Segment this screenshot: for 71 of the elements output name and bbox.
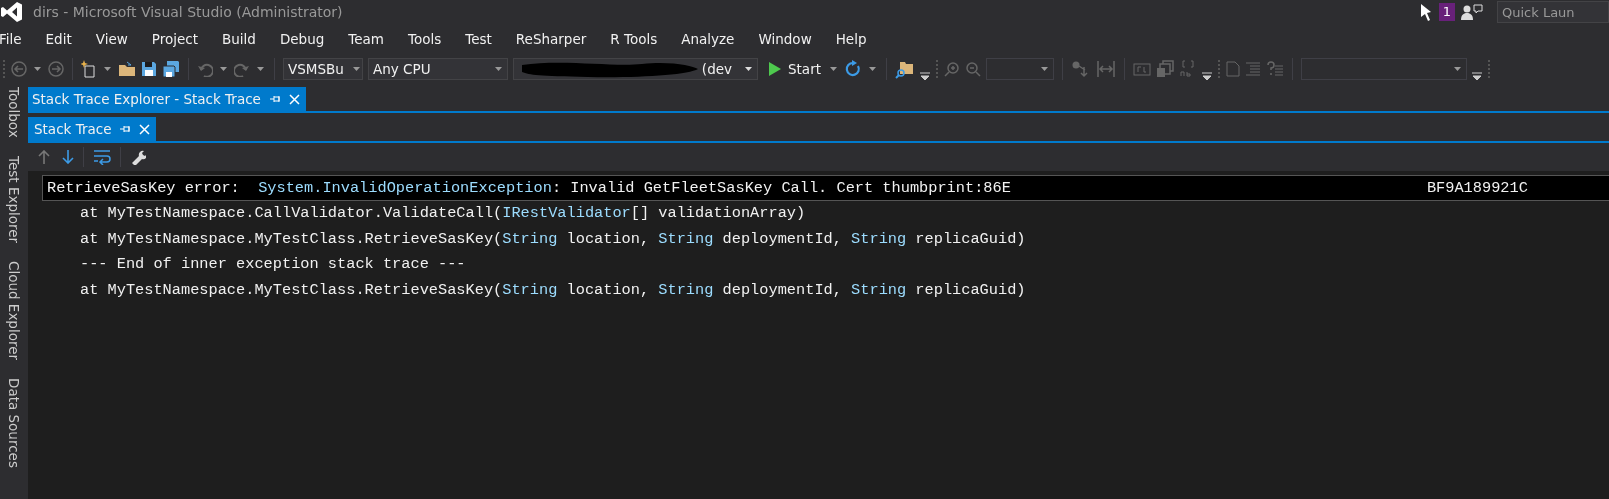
side-tab[interactable]: Data Sources bbox=[6, 377, 22, 468]
caret-icon[interactable] bbox=[830, 67, 837, 71]
refresh-icon[interactable] bbox=[844, 60, 862, 78]
pin-icon[interactable] bbox=[119, 123, 132, 135]
caret-icon[interactable] bbox=[869, 67, 876, 71]
save-all-icon[interactable] bbox=[162, 60, 180, 78]
menu-item[interactable]: Debug bbox=[279, 31, 335, 47]
menu-item[interactable]: Team bbox=[348, 31, 394, 47]
trace-line[interactable]: at MyTestNamespace.MyTestClass.RetrieveSasKey(String location, String deploymentId, String replicaGuid) bbox=[42, 226, 1609, 252]
stacked-boxes-icon[interactable] bbox=[1156, 60, 1174, 78]
menu-item[interactable]: Help bbox=[835, 31, 877, 47]
redo-icon[interactable] bbox=[234, 61, 250, 77]
menu-item[interactable]: Edit bbox=[45, 31, 82, 47]
platform-dropdown[interactable]: Any CPU bbox=[368, 58, 508, 80]
app-logo-icon bbox=[1, 1, 23, 23]
caret-icon[interactable] bbox=[745, 67, 752, 71]
platform-dropdown[interactable]: VSMSBu bbox=[283, 58, 363, 80]
menu-item[interactable]: R Tools bbox=[610, 31, 668, 47]
start-button[interactable]: Start bbox=[763, 61, 823, 77]
close-icon[interactable] bbox=[139, 123, 151, 135]
menu-item[interactable]: View bbox=[95, 31, 138, 47]
save-icon[interactable] bbox=[141, 61, 157, 77]
quick-launch-field[interactable]: Quick Laun bbox=[1497, 1, 1609, 23]
zoom-out-icon[interactable] bbox=[965, 61, 981, 77]
menu-item[interactable]: Test bbox=[465, 31, 502, 47]
node-link-icon[interactable] bbox=[1071, 60, 1091, 78]
find-in-folder-icon[interactable] bbox=[895, 59, 915, 79]
caret-icon[interactable] bbox=[1454, 67, 1461, 71]
arrow-up-icon[interactable] bbox=[38, 150, 50, 164]
menu-item[interactable]: ReSharper bbox=[515, 31, 597, 47]
caret-icon[interactable] bbox=[34, 67, 41, 71]
zoom-in-icon[interactable] bbox=[944, 61, 960, 77]
caret-icon[interactable] bbox=[104, 67, 111, 71]
menu-item[interactable]: Analyze bbox=[681, 31, 745, 47]
trace-line[interactable]: at MyTestNamespace.CallValidator.ValidateCall(IRestValidator[] validationArray) bbox=[42, 200, 1609, 226]
trace-line[interactable]: --- End of inner exception stack trace --- bbox=[42, 251, 1609, 277]
caret-icon[interactable] bbox=[220, 67, 227, 71]
overflow-icon[interactable] bbox=[920, 71, 930, 81]
caret-icon[interactable] bbox=[1041, 67, 1048, 71]
side-tab[interactable]: Toolbox bbox=[6, 87, 22, 138]
document-tab[interactable]: Stack Trace Explorer - Stack Trace bbox=[28, 87, 306, 111]
overflow-icon[interactable] bbox=[1472, 71, 1482, 81]
back-icon[interactable] bbox=[11, 61, 27, 77]
caret-icon[interactable] bbox=[352, 67, 360, 71]
wrench-icon[interactable] bbox=[130, 149, 146, 165]
forward-icon[interactable] bbox=[48, 61, 64, 77]
side-tab[interactable]: Test Explorer bbox=[6, 155, 22, 243]
menu-item[interactable]: Window bbox=[758, 31, 822, 47]
close-icon[interactable] bbox=[288, 93, 300, 105]
window-title: dirs - Microsoft Visual Studio (Administrator) bbox=[33, 4, 343, 20]
word-wrap-icon[interactable] bbox=[93, 149, 111, 165]
caret-icon[interactable] bbox=[495, 67, 502, 71]
trace-line[interactable]: at MyTestNamespace.MyTestClass.RetrieveSasKey(String location, String deploymentId, String replicaGuid) bbox=[42, 277, 1609, 303]
overflow-icon[interactable] bbox=[1202, 71, 1212, 81]
side-tab[interactable]: Cloud Explorer bbox=[6, 260, 22, 360]
open-folder-icon[interactable] bbox=[118, 61, 136, 77]
document-tab[interactable]: Stack Trace bbox=[28, 117, 157, 141]
feedback-icon[interactable] bbox=[1461, 3, 1483, 21]
pin-icon[interactable] bbox=[268, 93, 281, 105]
new-project-icon[interactable] bbox=[81, 60, 97, 78]
menu-item[interactable]: Tools bbox=[408, 31, 452, 47]
play-icon bbox=[769, 62, 781, 76]
menu-item[interactable]: File bbox=[0, 31, 32, 47]
menu-item[interactable]: Project bbox=[151, 31, 208, 47]
caret-icon[interactable] bbox=[257, 67, 264, 71]
notification-badge[interactable]: 1 bbox=[1438, 3, 1455, 21]
undo-icon[interactable] bbox=[197, 61, 213, 77]
configuration-dropdown[interactable]: (dev bbox=[513, 58, 758, 80]
menu-item[interactable]: Build bbox=[222, 31, 266, 47]
expand-width-icon[interactable] bbox=[1096, 60, 1116, 78]
arrow-down-icon[interactable] bbox=[62, 150, 74, 164]
